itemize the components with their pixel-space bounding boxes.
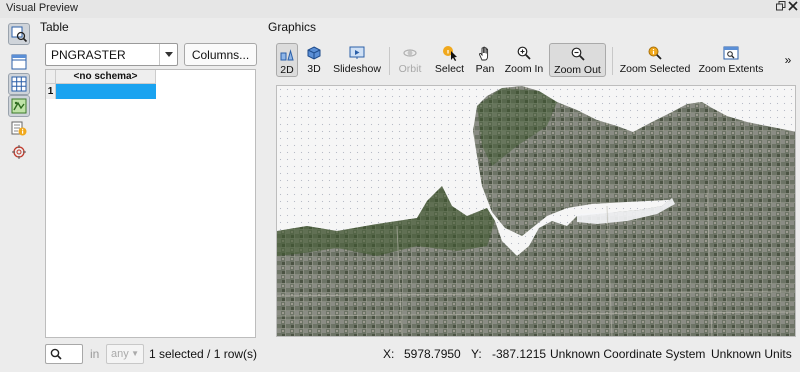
table-layout-icon[interactable] [8, 51, 30, 73]
3d-view-button[interactable]: 3D [303, 43, 325, 77]
toolbar-overflow-button[interactable]: » [781, 43, 795, 77]
left-tool-strip [0, 18, 38, 372]
slideshow-icon [349, 45, 365, 61]
toolbar-separator [612, 47, 613, 75]
table-corner-header [46, 70, 56, 84]
window-title: Visual Preview [6, 2, 78, 14]
zoom-selected-label: Zoom Selected [619, 63, 691, 75]
x-coord-value: 5978.7950 [404, 347, 461, 361]
pan-button[interactable]: Pan [472, 43, 498, 77]
orbit-button[interactable]: Orbit [395, 43, 425, 77]
close-icon[interactable] [786, 1, 800, 15]
coordinate-system: Unknown Coordinate System [550, 347, 706, 361]
chevron-down-icon[interactable] [159, 44, 177, 65]
zoom-selected-icon [647, 45, 663, 61]
zoom-in-button[interactable]: Zoom In [504, 43, 544, 77]
graphics-panel: Graphics 2D 3D Slideshow Orbit Select Pa… [266, 18, 800, 372]
orbit-icon [402, 45, 418, 61]
zoom-extents-icon [723, 45, 739, 61]
2d-view-label: 2D [280, 64, 294, 76]
map-canvas[interactable] [276, 85, 796, 337]
select-cursor-icon [442, 45, 458, 61]
zoom-out-icon [570, 46, 586, 62]
slideshow-button[interactable]: Slideshow [332, 43, 382, 77]
search-icon [50, 348, 62, 360]
inspect-icon[interactable] [8, 23, 30, 45]
graphics-toolbar: 2D 3D Slideshow Orbit Select Pan Zoom In [275, 41, 798, 79]
units-label: Unknown Units [711, 347, 792, 361]
target-icon[interactable] [8, 141, 30, 163]
3d-view-icon [306, 45, 322, 61]
pan-hand-icon [477, 45, 493, 61]
chevron-down-icon: ▼ [131, 349, 139, 358]
search-field-value: any [111, 348, 129, 360]
zoom-in-label: Zoom In [504, 63, 544, 75]
zoom-extents-button[interactable]: Zoom Extents [698, 43, 764, 77]
columns-button[interactable]: Columns... [184, 43, 257, 66]
orbit-label: Orbit [398, 63, 422, 75]
zoom-in-icon [516, 45, 532, 61]
2d-view-button[interactable]: 2D [276, 43, 298, 77]
table-panel: Table PNGRASTER Columns... <no schema> 1… [38, 18, 264, 372]
search-input[interactable] [45, 344, 83, 364]
raster-image [277, 86, 795, 336]
column-header[interactable]: <no schema> [56, 70, 156, 84]
feature-type-value: PNGRASTER [51, 48, 126, 62]
select-label: Select [434, 63, 465, 75]
zoom-extents-label: Zoom Extents [698, 63, 764, 75]
selected-cell[interactable] [56, 84, 156, 99]
table-panel-title: Table [40, 20, 69, 34]
map-grid-icon[interactable] [8, 95, 30, 117]
slideshow-label: Slideshow [333, 63, 381, 75]
window-titlebar: Visual Preview [0, 0, 800, 18]
selection-info: 1 selected / 1 row(s) [149, 347, 258, 361]
toolbar-separator [389, 47, 390, 75]
zoom-out-button[interactable]: Zoom Out [549, 43, 606, 77]
search-in-label: in [90, 347, 100, 361]
3d-view-label: 3D [307, 63, 321, 75]
pan-label: Pan [475, 63, 495, 75]
info-icon[interactable] [8, 117, 30, 139]
select-button[interactable]: Select [433, 43, 466, 77]
search-field-select[interactable]: any ▼ [106, 344, 144, 364]
2d-view-icon [279, 46, 295, 62]
x-coord-label: X: [383, 347, 395, 361]
y-coord-value: -387.1215 [492, 347, 547, 361]
row-number[interactable]: 1 [46, 84, 56, 99]
y-coord-label: Y: [471, 347, 482, 361]
zoom-out-label: Zoom Out [554, 64, 601, 76]
feature-type-select[interactable]: PNGRASTER [45, 43, 178, 66]
zoom-selected-button[interactable]: Zoom Selected [618, 43, 692, 77]
data-table[interactable]: <no schema> 1 [45, 69, 256, 338]
graphics-panel-title: Graphics [268, 20, 317, 34]
grid-icon[interactable] [8, 73, 30, 95]
